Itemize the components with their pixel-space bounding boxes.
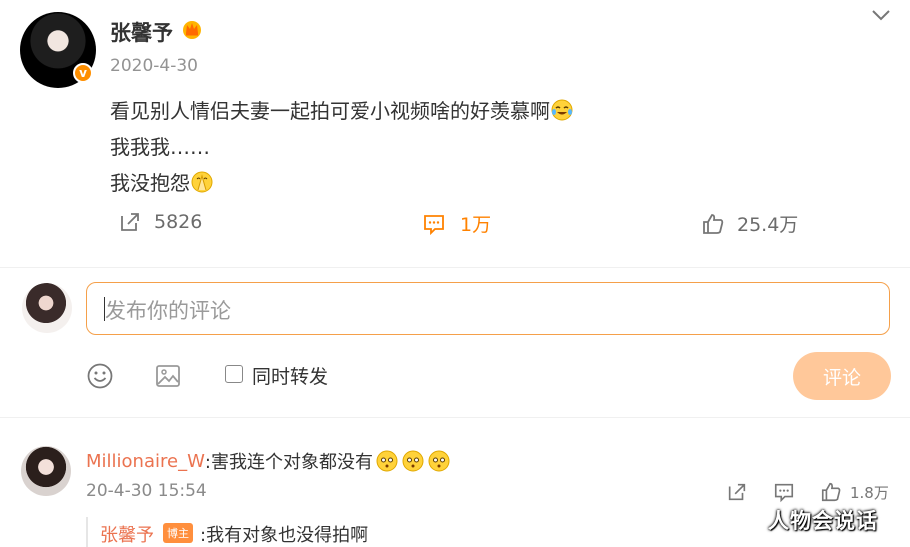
chevron-down-icon[interactable] bbox=[870, 6, 892, 24]
tears-laughing-emoji-icon bbox=[551, 99, 573, 121]
commenter-avatar[interactable] bbox=[21, 446, 71, 496]
thumbs-up-icon bbox=[821, 482, 841, 502]
image-upload-icon[interactable] bbox=[154, 362, 182, 390]
sad-emoji-icon bbox=[376, 450, 398, 472]
repost-icon bbox=[121, 213, 139, 231]
comment-repost-icon[interactable] bbox=[726, 481, 748, 503]
verified-badge-icon: v bbox=[73, 63, 93, 83]
post-text-line-3: 我没抱怨 bbox=[110, 167, 214, 196]
comment-button[interactable]: 1万 bbox=[422, 210, 491, 237]
post-date[interactable]: 2020-4-30 bbox=[110, 56, 198, 76]
thumbs-up-icon bbox=[703, 213, 724, 234]
post-text-line-1: 看见别人情侣夫妻一起拍可爱小视频啥的好羡慕啊 bbox=[110, 95, 574, 124]
crown-badge-icon bbox=[183, 21, 201, 39]
divider bbox=[0, 417, 910, 418]
comment-placeholder: 发布你的评论 bbox=[105, 299, 231, 323]
comment-time[interactable]: 20-4-30 15:54 bbox=[86, 481, 207, 501]
comment-text: :害我连个对象都没有 bbox=[204, 452, 373, 473]
comment-like-count: 1.8万 bbox=[850, 483, 889, 502]
comment-input[interactable]: 发布你的评论 bbox=[86, 282, 890, 335]
comment-content: Millionaire_W :害我连个对象都没有 bbox=[86, 448, 451, 474]
also-repost-checkbox[interactable] bbox=[225, 365, 243, 383]
like-button[interactable]: 25.4万 bbox=[701, 210, 798, 237]
sad-emoji-icon bbox=[428, 450, 450, 472]
comment-like-button[interactable]: 1.8万 bbox=[820, 481, 889, 503]
current-user-avatar[interactable] bbox=[22, 283, 72, 333]
pray-emoji-icon bbox=[191, 171, 213, 193]
also-repost-label[interactable]: 同时转发 bbox=[252, 362, 328, 389]
watermark: 人物会说话 bbox=[768, 509, 878, 533]
author-name[interactable]: 张馨予 bbox=[110, 17, 173, 47]
reply-text: :我有对象也没得拍啊 bbox=[200, 525, 369, 546]
comment-count: 1万 bbox=[460, 214, 492, 236]
blogger-badge: 博主 bbox=[163, 523, 193, 543]
repost-button[interactable]: 5826 bbox=[118, 210, 202, 234]
like-count: 25.4万 bbox=[737, 214, 799, 236]
reply-indent-bar bbox=[86, 517, 88, 547]
divider bbox=[0, 267, 910, 268]
emoji-picker-icon[interactable] bbox=[86, 362, 114, 390]
commenter-name[interactable]: Millionaire_W bbox=[86, 451, 205, 472]
repost-count: 5826 bbox=[154, 211, 203, 233]
submit-comment-button[interactable]: 评论 bbox=[793, 352, 891, 400]
sad-emoji-icon bbox=[402, 450, 424, 472]
reply-author-name[interactable]: 张馨予 bbox=[100, 521, 154, 547]
comment-icon bbox=[424, 214, 444, 235]
comment-reply-icon[interactable] bbox=[773, 481, 795, 503]
post-text-line-2: 我我我…… bbox=[110, 135, 210, 159]
